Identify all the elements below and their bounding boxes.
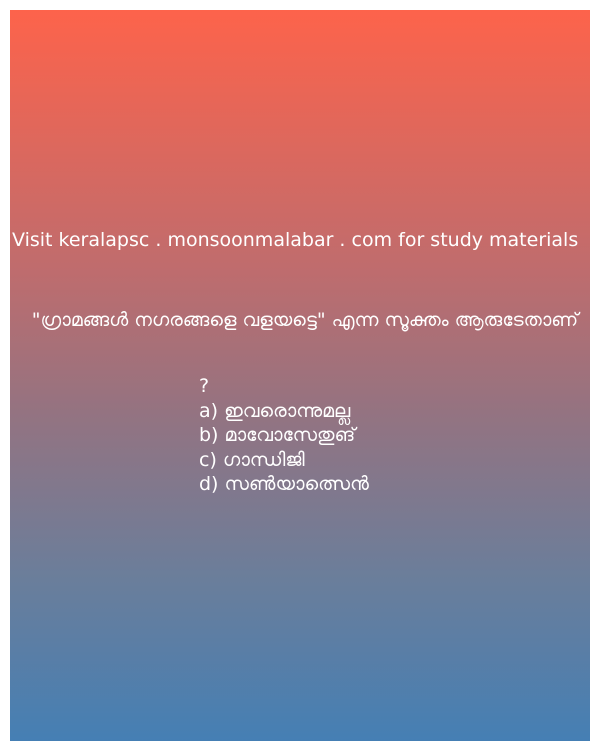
answer-block: ? a) ഇവരൊന്നുമല്ല b) മാവോസേതുങ് c) ഗാന്ധ… — [199, 374, 579, 497]
promo-text: Visit keralapsc . monsoonmalabar . com f… — [12, 229, 579, 251]
option-c: c) ഗാന്ധിജി — [199, 448, 305, 471]
quiz-card: Visit keralapsc . monsoonmalabar . com f… — [10, 10, 590, 741]
option-d: d) സൺയാത്സെൻ — [199, 473, 369, 495]
option-a: a) ഇവരൊന്നുമല്ല — [199, 399, 351, 422]
option-b: b) മാവോസേതുങ് — [199, 424, 356, 446]
question-mark: ? — [199, 375, 210, 397]
question-text: "ഗ്രാമങ്ങൾ നഗരങ്ങളെ വളയട്ടെ" എന്ന സൂക്തം… — [31, 309, 579, 331]
